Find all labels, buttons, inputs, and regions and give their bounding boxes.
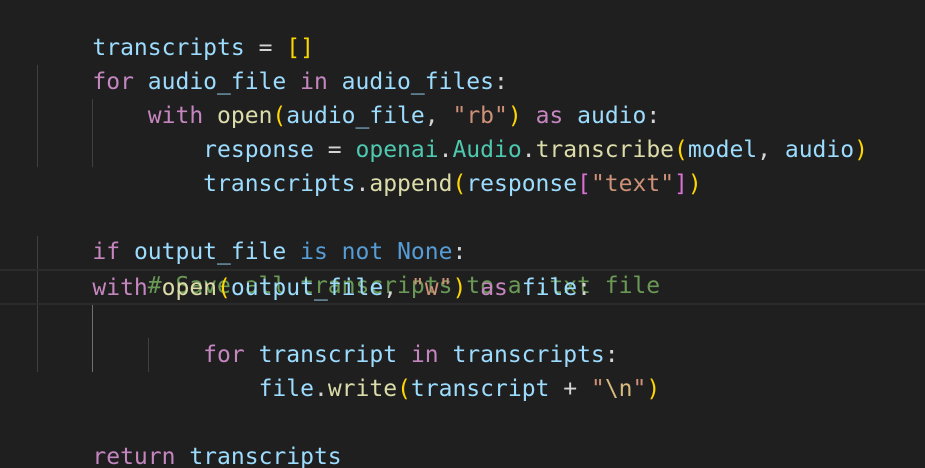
code-line-9-current[interactable]: with open(output_file, "w") as file: (0, 269, 925, 305)
code-line-10[interactable]: for transcript in transcripts: (37, 304, 618, 368)
code-editor[interactable]: transcripts = [] for audio_file in audio… (0, 0, 925, 468)
code-line-7[interactable]: if output_file is not None: (37, 201, 466, 265)
code-line-11[interactable]: file.write(transcript + "\n") (37, 338, 661, 402)
code-line-5[interactable]: transcripts.append(response["text"]) (37, 133, 702, 197)
code-line-1[interactable]: transcripts = [] (37, 0, 314, 61)
code-line-4[interactable]: response = openai.Audio.transcribe(model… (37, 99, 868, 163)
code-line-3[interactable]: with open(audio_file, "rb") as audio: (37, 65, 660, 129)
code-line-8[interactable]: # Save all transcripts to a .txt file (37, 235, 660, 299)
code-line-13[interactable]: return transcripts (37, 406, 341, 468)
code-line-2[interactable]: for audio_file in audio_files: (37, 31, 507, 95)
